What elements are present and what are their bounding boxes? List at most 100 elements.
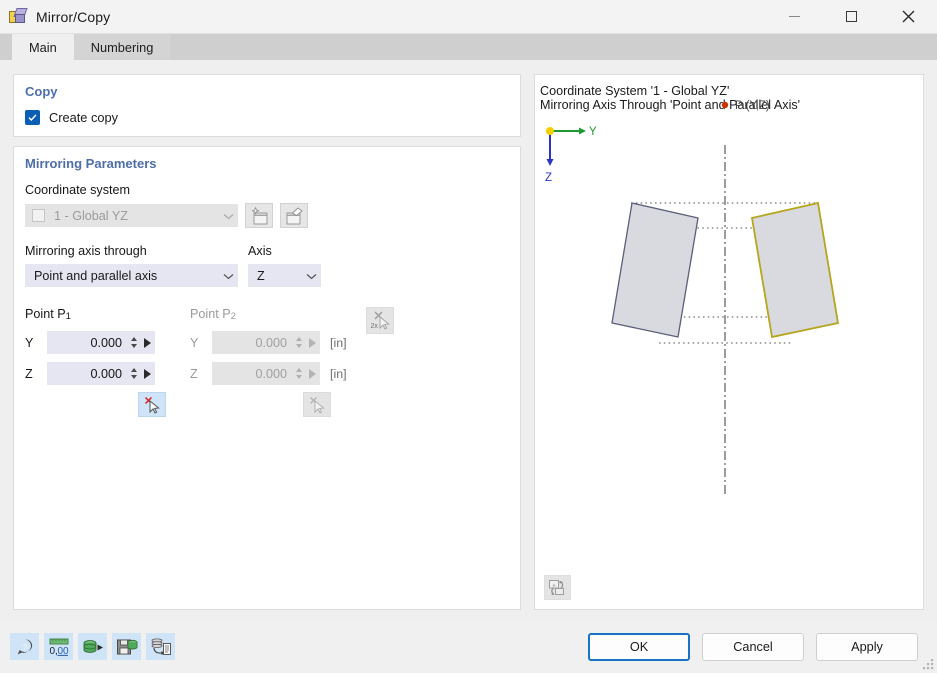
cancel-button[interactable]: Cancel <box>702 633 804 661</box>
point-p2-subscript: 2 <box>231 311 236 322</box>
minimize-button[interactable] <box>766 0 823 33</box>
point-p1-z-input[interactable]: 0.000 <box>47 362 155 385</box>
axis-triad: Y Z <box>545 126 597 184</box>
axis-value: Z <box>248 269 301 283</box>
ruler-number-icon: 0, 00 <box>48 637 70 657</box>
window-title: Mirror/Copy <box>36 9 110 25</box>
point-p2-z-value: 0.000 <box>212 367 293 381</box>
point-marker <box>722 102 728 108</box>
point-p2-z-axis-label: Z <box>190 367 212 381</box>
maximize-button[interactable] <box>823 0 880 33</box>
coordinate-system-select[interactable]: 1 - Global YZ <box>25 204 238 227</box>
cursor-pick-icon <box>143 396 162 414</box>
new-coordinate-system-button[interactable] <box>245 203 273 228</box>
svg-text:2x: 2x <box>370 323 378 330</box>
window-controls <box>766 0 937 33</box>
mirror-copy-icon <box>9 8 27 26</box>
cursor-pick-2x-icon: 2x <box>370 311 391 331</box>
help-button[interactable]: ? <box>10 633 39 660</box>
svg-text:?: ? <box>22 642 28 653</box>
point-p1-subscript: 1 <box>66 311 71 322</box>
point-p2-label: Point P2 <box>190 307 355 322</box>
mirror-preview-graphic: Y Z P (Y,Z) <box>535 75 915 610</box>
resize-grip[interactable] <box>922 658 935 671</box>
units-button[interactable]: 0, 00 <box>44 633 73 660</box>
point-p2-y-value: 0.000 <box>212 336 293 350</box>
new-window-star-icon <box>250 207 269 225</box>
axis-group: Mirroring axis through Point and paralle… <box>14 228 520 287</box>
close-icon <box>902 10 915 23</box>
create-copy-label: Create copy <box>49 110 118 125</box>
edit-window-pencil-icon <box>285 207 304 225</box>
chevron-down-icon <box>301 269 321 283</box>
point-label: P (Y,Z) <box>735 100 770 112</box>
save-defaults-button[interactable] <box>112 633 141 660</box>
chevron-down-icon <box>218 269 238 283</box>
coordinate-system-label: Coordinate system <box>25 183 520 197</box>
coordinate-system-group: Coordinate system 1 - Global YZ <box>14 171 520 228</box>
pick-two-points-button[interactable]: 2x <box>366 307 394 334</box>
point-p1-z-value: 0.000 <box>47 367 128 381</box>
point-p1-label-text: Point P <box>25 307 66 321</box>
ok-button[interactable]: OK <box>588 633 690 661</box>
point-p2-y-spinner <box>293 333 304 352</box>
point-p1-group: Point P1 Y 0.000 Z 0.000 <box>25 307 190 417</box>
point-p2-y-expand-button <box>304 338 320 348</box>
point-p2-label-text: Point P <box>190 307 231 321</box>
point-p1-label: Point P1 <box>25 307 190 322</box>
maximize-icon <box>846 11 857 22</box>
copy-section: Copy Create copy <box>13 74 521 137</box>
point-p2-z-row: Z 0.000 [in] <box>190 362 355 385</box>
mirroring-axis-through-value: Point and parallel axis <box>25 269 218 283</box>
axis-select[interactable]: Z <box>248 264 321 287</box>
point-p2-y-axis-label: Y <box>190 336 212 350</box>
create-copy-checkbox[interactable] <box>25 110 40 125</box>
view-rotate-icon <box>548 579 567 597</box>
svg-text:Z: Z <box>545 172 552 184</box>
point-p1-y-row: Y 0.000 <box>25 331 190 354</box>
title-bar: Mirror/Copy <box>0 0 937 34</box>
copy-section-title: Copy <box>14 75 520 99</box>
edit-coordinate-system-button[interactable] <box>280 203 308 228</box>
document-stack-icon <box>150 637 172 657</box>
close-button[interactable] <box>880 0 937 33</box>
point-p1-z-axis-label: Z <box>25 367 47 381</box>
mirroring-axis-through-group: Mirroring axis through Point and paralle… <box>25 244 238 287</box>
mirroring-parameters-title: Mirroring Parameters <box>14 147 520 171</box>
point-p1-z-spinner[interactable] <box>128 364 139 383</box>
question-bubble-icon: ? <box>15 637 35 657</box>
footer-action-buttons: OK Cancel Apply <box>588 633 918 661</box>
point-p2-group: Point P2 Y 0.000 [in] Z <box>190 307 355 417</box>
point-p1-y-input[interactable]: 0.000 <box>47 331 155 354</box>
database-arrow-icon <box>82 637 104 657</box>
point-p1-y-expand-button[interactable] <box>139 338 155 348</box>
tab-main[interactable]: Main <box>12 34 74 61</box>
point-p1-y-axis-label: Y <box>25 336 47 350</box>
point-p1-z-expand-button[interactable] <box>139 369 155 379</box>
create-copy-row[interactable]: Create copy <box>14 99 520 125</box>
info-button[interactable] <box>146 633 175 660</box>
mirroring-axis-through-select[interactable]: Point and parallel axis <box>25 264 238 287</box>
minimize-icon <box>789 16 800 17</box>
apply-button[interactable]: Apply <box>816 633 918 661</box>
tab-numbering[interactable]: Numbering <box>74 34 171 61</box>
floppy-database-icon <box>116 637 138 657</box>
point-p2-y-unit: [in] <box>330 336 347 350</box>
point-p2-z-expand-button <box>304 369 320 379</box>
point-p1-y-spinner[interactable] <box>128 333 139 352</box>
chevron-down-icon <box>218 209 238 223</box>
pick-point-p2-button <box>303 392 331 417</box>
mirroring-parameters-section: Mirroring Parameters Coordinate system 1… <box>13 146 521 610</box>
point-p2-z-spinner <box>293 364 304 383</box>
import-button[interactable] <box>78 633 107 660</box>
axis-select-group: Axis Z <box>248 244 321 287</box>
svg-text:Y: Y <box>589 126 597 138</box>
toggle-view-mode-button[interactable] <box>544 575 571 600</box>
pick-point-p1-button[interactable] <box>138 392 166 417</box>
mirrored-shape <box>752 203 838 337</box>
point-p2-y-input: 0.000 <box>212 331 320 354</box>
footer-tool-buttons: ? 0, 00 <box>10 633 175 660</box>
point-p1-z-row: Z 0.000 <box>25 362 190 385</box>
cursor-pick-icon <box>308 396 327 414</box>
point-p1-y-value: 0.000 <box>47 336 128 350</box>
